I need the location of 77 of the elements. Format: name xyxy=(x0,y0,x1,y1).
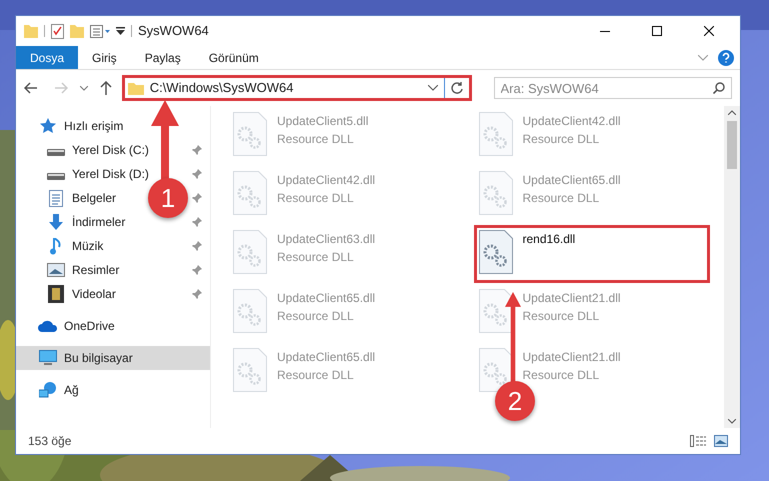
details-view-icon[interactable] xyxy=(690,435,706,447)
sidebar-item[interactable]: Müzik xyxy=(16,234,108,258)
file-type: Resource DLL xyxy=(277,367,355,384)
file-name: rend16.dll xyxy=(522,231,576,248)
dll-file-icon xyxy=(233,230,267,274)
sidebar-item[interactable]: Bu bilgisayar xyxy=(16,346,210,370)
pin-icon[interactable] xyxy=(192,241,202,251)
window-title: SysWOW64 xyxy=(138,22,209,40)
separator-line xyxy=(44,25,45,37)
download-arrow-icon xyxy=(46,214,66,230)
cloud-icon xyxy=(38,320,58,332)
pin-icon[interactable] xyxy=(192,145,202,155)
large-icons-view-icon[interactable] xyxy=(714,435,728,447)
item-count: 153 öğe xyxy=(28,433,72,450)
ribbon-tab[interactable]: Paylaş xyxy=(130,46,195,69)
sidebar-item[interactable]: Videolar xyxy=(16,282,120,306)
sidebar-item[interactable]: OneDrive xyxy=(16,314,119,338)
scrollbar[interactable] xyxy=(724,106,740,428)
scroll-down-icon[interactable] xyxy=(728,419,736,424)
help-icon[interactable] xyxy=(718,50,734,66)
address-bar[interactable]: C:\Windows\SysWOW64 xyxy=(122,75,472,101)
file-type: Resource DLL xyxy=(277,249,355,266)
dropdown-icon[interactable] xyxy=(428,85,438,91)
back-icon[interactable] xyxy=(24,82,38,94)
scroll-thumb[interactable] xyxy=(727,121,737,169)
file-type: Resource DLL xyxy=(522,190,600,207)
sidebar-item[interactable]: Hızlı erişim xyxy=(16,114,128,138)
file-type: Resource DLL xyxy=(522,308,600,325)
file-item[interactable]: rend16.dll xyxy=(478,230,704,278)
monitor-icon xyxy=(38,350,58,366)
pin-icon[interactable] xyxy=(192,265,202,275)
dll-file-icon xyxy=(233,348,267,392)
pin-icon[interactable] xyxy=(192,193,202,203)
ribbon-tab[interactable]: Giriş xyxy=(78,46,131,69)
address-path: C:\Windows\SysWOW64 xyxy=(150,79,294,98)
pin-icon[interactable] xyxy=(192,217,202,227)
dll-file-icon xyxy=(478,112,512,156)
picture-icon xyxy=(46,263,66,277)
pin-icon[interactable] xyxy=(192,169,202,179)
file-type: Resource DLL xyxy=(277,308,355,325)
dll-file-icon xyxy=(233,289,267,333)
dll-file-icon xyxy=(233,171,267,215)
sidebar-item[interactable]: Resimler xyxy=(16,258,124,282)
file-type: Resource DLL xyxy=(277,131,355,148)
pin-icon[interactable] xyxy=(192,289,202,299)
folder-icon xyxy=(128,81,144,95)
network-icon xyxy=(38,382,58,398)
scroll-up-icon[interactable] xyxy=(728,110,736,115)
chevron-icon[interactable] xyxy=(698,54,708,60)
ribbon-tab[interactable]: Dosya xyxy=(16,46,78,69)
sidebar-item[interactable]: Yerel Disk (C:) xyxy=(16,138,153,162)
sidebar-item[interactable]: Ağ xyxy=(16,378,83,402)
maximize-icon xyxy=(652,26,662,36)
star-icon xyxy=(38,118,58,134)
file-type: Resource DLL xyxy=(522,131,600,148)
search-icon xyxy=(712,82,725,94)
customize-icon[interactable] xyxy=(116,27,125,35)
recent-icon[interactable] xyxy=(80,86,88,90)
sidebar-item[interactable]: Belgeler xyxy=(16,186,120,210)
search-field[interactable]: Ara: SysWOW64 xyxy=(494,77,732,99)
dll-file-icon xyxy=(478,289,512,333)
file-type: Resource DLL xyxy=(522,367,600,384)
checklist-icon[interactable] xyxy=(51,24,64,38)
up-icon[interactable] xyxy=(100,81,112,95)
dll-file-icon xyxy=(478,230,512,274)
document-icon xyxy=(46,190,66,206)
film-icon xyxy=(46,285,66,303)
dll-file-icon xyxy=(233,112,267,156)
separator-line xyxy=(131,25,132,37)
properties-icon[interactable] xyxy=(90,24,110,38)
dll-file-icon xyxy=(478,171,512,215)
sidebar-item[interactable]: İndirmeler xyxy=(16,210,130,234)
file-type: Resource DLL xyxy=(277,190,355,207)
minimize-icon xyxy=(600,30,610,32)
refresh-icon[interactable] xyxy=(450,82,462,94)
close-icon xyxy=(704,26,714,36)
ribbon-tab[interactable]: Görünüm xyxy=(194,46,273,69)
